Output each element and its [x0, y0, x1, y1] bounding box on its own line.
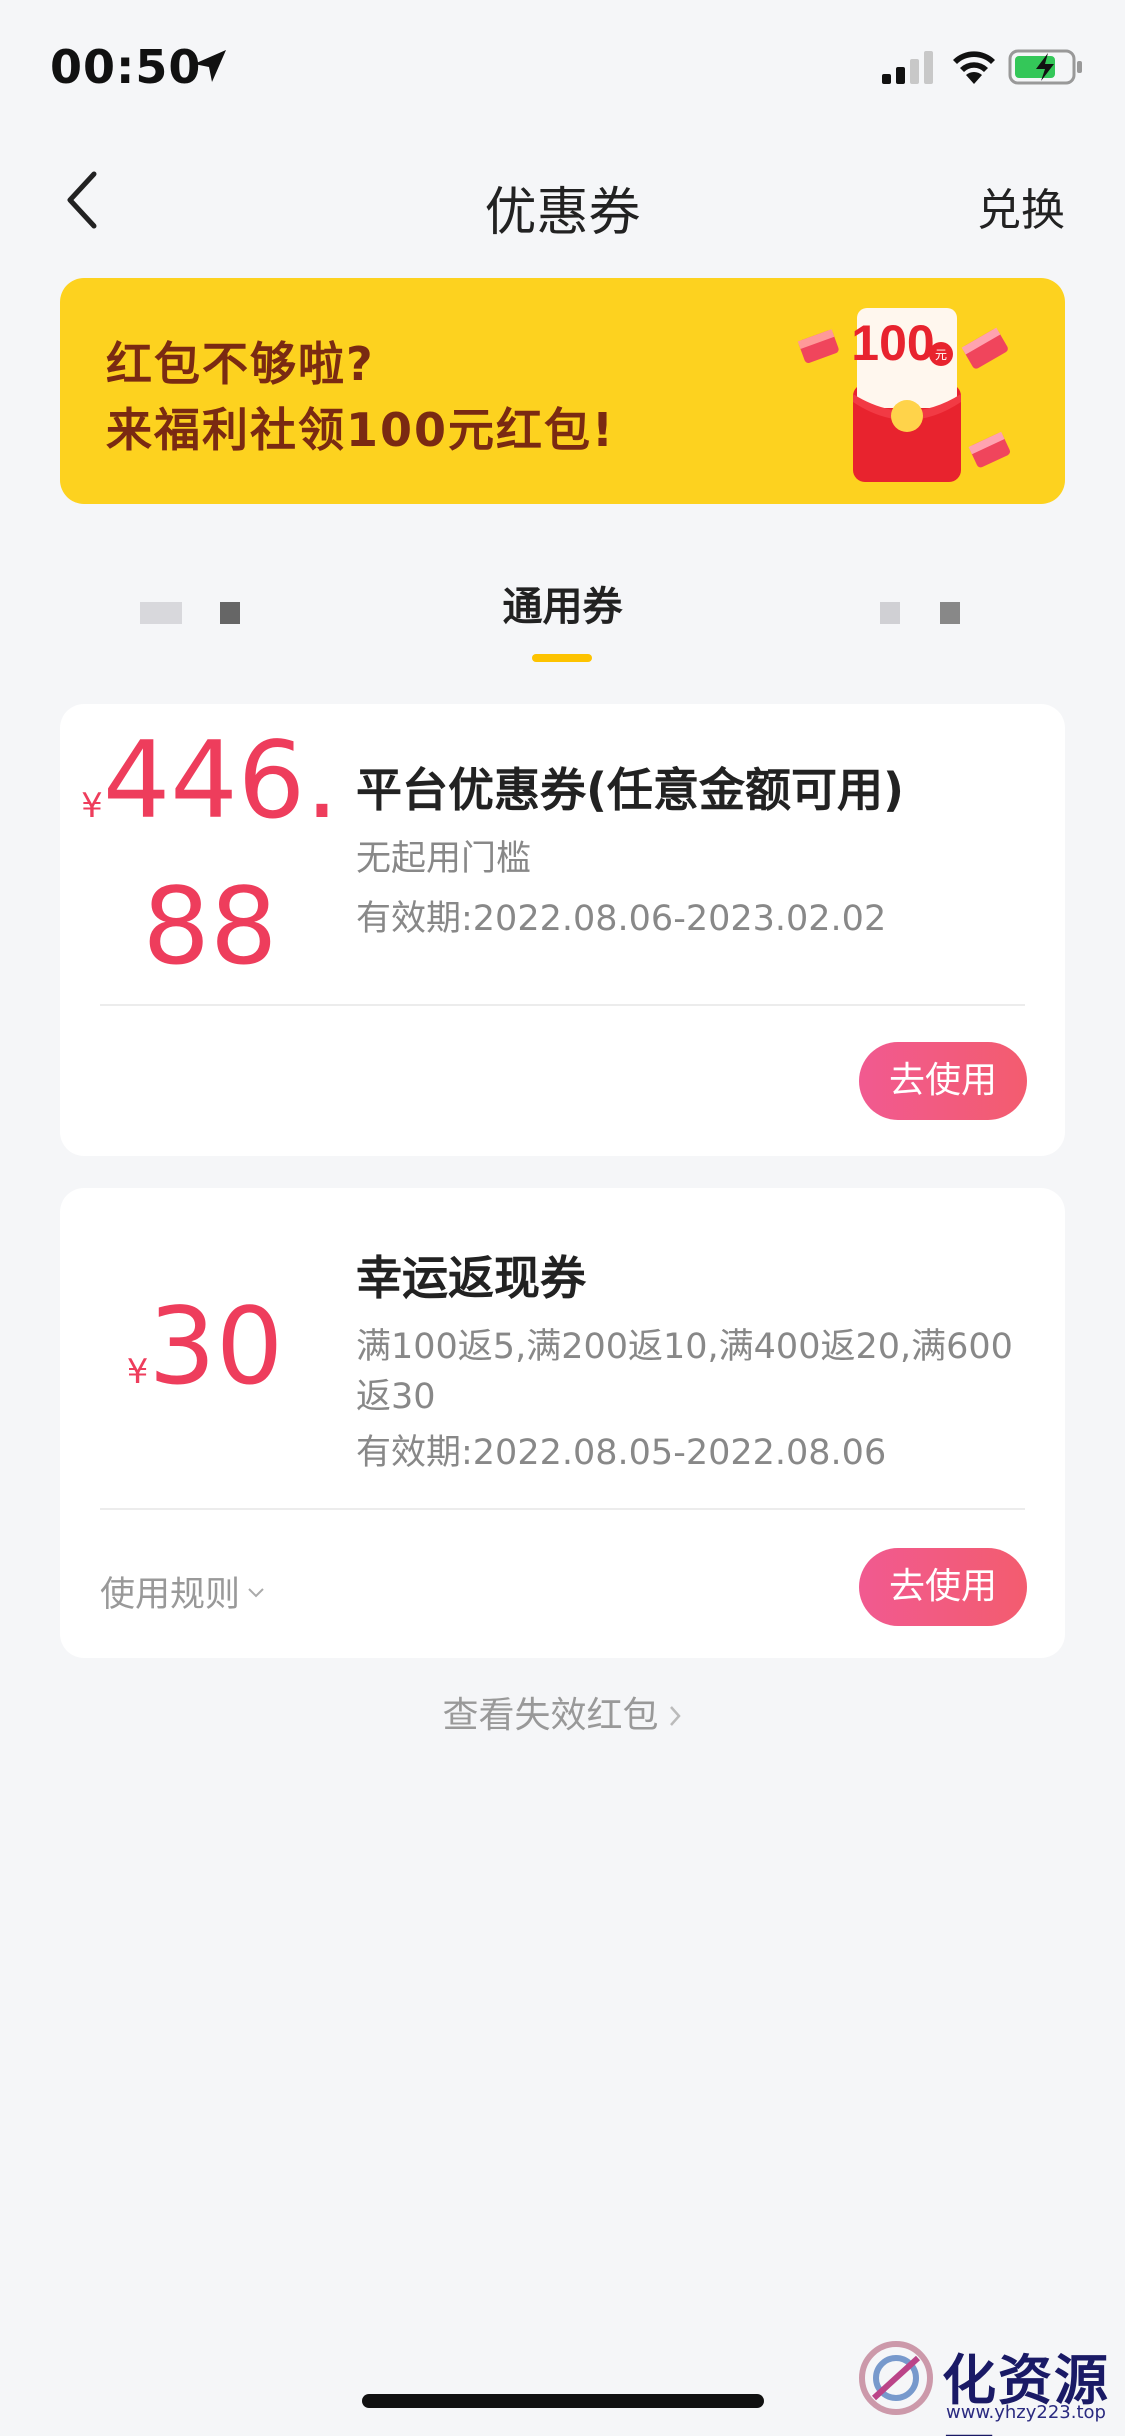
tab-right[interactable] — [880, 602, 980, 626]
location-arrow-icon — [194, 50, 226, 82]
use-coupon-button[interactable]: 去使用 — [859, 1548, 1027, 1626]
currency-symbol: ¥ — [81, 786, 103, 826]
coupon-amount-value: 30 — [148, 1285, 284, 1408]
coupon-threshold: 无起用门槛 — [356, 839, 532, 879]
coupon-title: 幸运返现券 — [356, 1251, 586, 1305]
hongbao-amount: 100 — [851, 315, 934, 371]
coupon-amount: ¥30 — [90, 1294, 320, 1400]
tab-indicator — [532, 654, 592, 662]
currency-symbol: ¥ — [126, 1352, 149, 1392]
promo-banner[interactable]: 红包不够啦? 来福利社领100元红包! 100 元 — [60, 278, 1065, 504]
coupon-title: 平台优惠券(任意金额可用) — [356, 763, 905, 817]
divider — [100, 1004, 1025, 1006]
usage-rules-toggle[interactable]: 使用规则 — [100, 1566, 266, 1617]
divider — [100, 1508, 1025, 1510]
chevron-down-icon — [248, 1588, 264, 1598]
battery-charging-icon — [1008, 49, 1082, 85]
signal-icon — [882, 51, 933, 84]
coupon-card: ¥30 幸运返现券 满100返5,满200返10,满400返20,满600返30… — [60, 1188, 1065, 1658]
page-title: 优惠券 — [484, 183, 641, 243]
watermark: 化资源网 www.yhzy223.top — [850, 2330, 1120, 2436]
red-envelope-icon: 100 元 — [797, 308, 1011, 482]
wifi-icon — [953, 51, 995, 84]
hongbao-unit: 元 — [935, 348, 947, 362]
coupon-amount-integer: 446. — [102, 719, 339, 842]
coupon-amount-decimal: 88 — [142, 865, 278, 988]
banner-subline: 来福利社领100元红包! — [106, 403, 615, 457]
status-bar: 00:50 — [0, 0, 1125, 140]
view-expired-link[interactable]: 查看失效红包 — [0, 1686, 1125, 1738]
coupon-rule-summary: 满100返5,满200返10,满400返20,满600返30 — [356, 1327, 1013, 1417]
coupon-validity: 有效期:2022.08.05-2022.08.06 — [356, 1433, 887, 1473]
watermark-url: www.yhzy223.top — [946, 2402, 1106, 2423]
watermark-logo-icon — [859, 2341, 933, 2415]
banner-headline: 红包不够啦? — [106, 337, 375, 391]
coupon-validity: 有效期:2022.08.06-2023.02.02 — [356, 899, 887, 939]
coupon-amount: ¥446. 88 — [80, 728, 340, 980]
view-expired-label: 查看失效红包 — [442, 1695, 659, 1736]
usage-rules-label: 使用规则 — [100, 1575, 241, 1615]
use-coupon-button[interactable]: 去使用 — [859, 1042, 1027, 1120]
exchange-button[interactable]: 兑换 — [977, 174, 1065, 238]
coupon-card: ¥446. 88 平台优惠券(任意金额可用) 无起用门槛 有效期:2022.08… — [60, 704, 1065, 1156]
status-time: 00:50 — [50, 40, 202, 94]
chevron-right-icon — [669, 1706, 681, 1726]
coupon-tabs: 通用券 — [0, 560, 1125, 680]
nav-bar: 优惠券 兑换 — [0, 140, 1125, 260]
home-indicator[interactable] — [362, 2394, 764, 2408]
